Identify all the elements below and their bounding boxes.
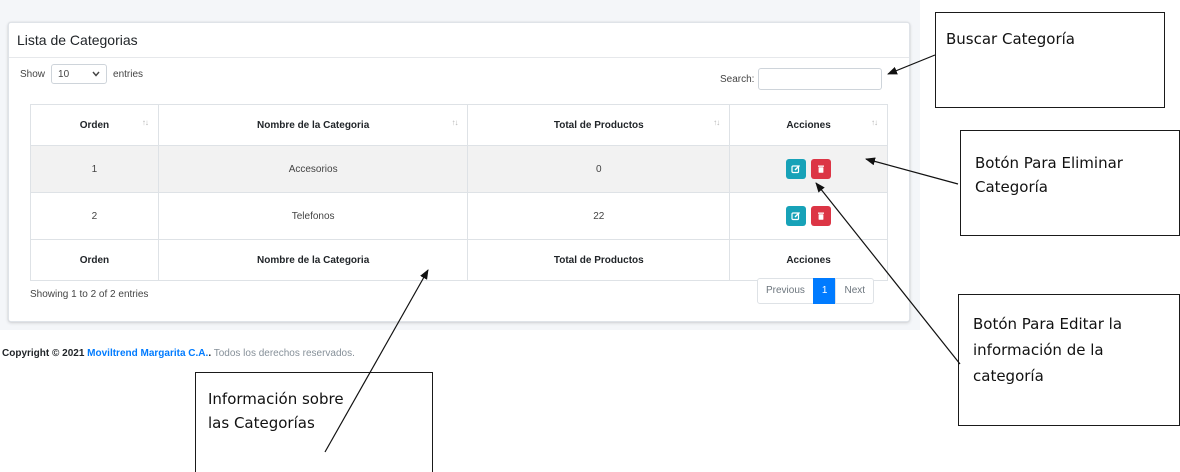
arrow-to-table — [324, 269, 429, 453]
arrow-to-edit — [815, 182, 961, 365]
arrow-to-delete — [865, 157, 959, 185]
arrow-to-search — [887, 54, 936, 75]
annotation-arrows — [324, 54, 961, 453]
